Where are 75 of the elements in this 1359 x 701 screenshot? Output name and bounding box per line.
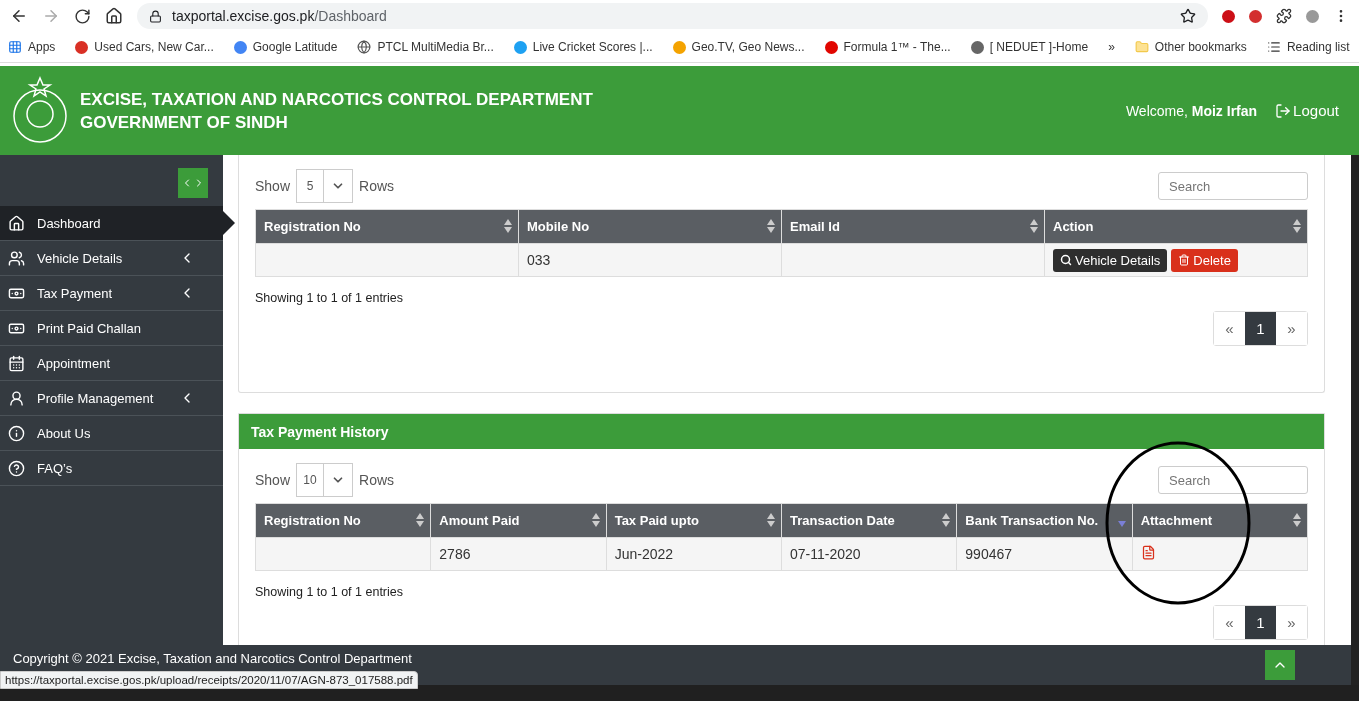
table-cell: 2786 (430, 537, 607, 571)
logout-icon (1275, 102, 1292, 119)
bookmark[interactable]: [ NEDUET ]-Home (970, 40, 1089, 54)
puzzle-icon[interactable] (1276, 8, 1292, 24)
info-icon (8, 424, 25, 442)
bookmarks-overflow[interactable]: » (1108, 40, 1115, 54)
sidebar-item[interactable]: Tax Payment (0, 276, 223, 311)
rows-label: Rows (359, 178, 395, 194)
reload-icon[interactable] (74, 7, 91, 25)
rows-label: Rows (359, 472, 395, 488)
sidebar-item[interactable]: Appointment (0, 346, 223, 381)
card-title: Tax Payment History (239, 414, 1324, 449)
column-header[interactable]: Bank Transaction No. (956, 503, 1133, 538)
question-icon (8, 459, 25, 477)
column-header[interactable]: Registration No (255, 209, 519, 244)
sidebar-item[interactable]: Print Paid Challan (0, 311, 223, 346)
apps-icon (8, 40, 22, 54)
user-icon (8, 389, 25, 407)
welcome-text: Welcome, Moiz Irfan (1125, 102, 1258, 119)
delete-button[interactable]: Delete (1171, 248, 1238, 272)
trash-icon (1178, 254, 1191, 266)
page-link[interactable]: 1 (1245, 312, 1276, 345)
sidebar-item[interactable]: About Us (0, 416, 223, 451)
government-title: GOVERNMENT OF SINDH (80, 111, 289, 134)
show-label: Show (255, 178, 291, 194)
bookmark[interactable]: Geo.TV, Geo News... (672, 40, 805, 54)
sidebar-item[interactable]: Profile Management (0, 381, 223, 416)
list-icon (1266, 40, 1281, 54)
ball-icon (513, 40, 527, 54)
table-cell: 033 (518, 243, 782, 277)
sidebar-item[interactable]: FAQ’s (0, 451, 223, 486)
column-header[interactable]: Mobile No (518, 209, 782, 244)
table-cell: 990467 (956, 537, 1133, 571)
bookmark[interactable]: Formula 1™ - The... (824, 40, 951, 54)
sidebar-toggle[interactable] (178, 168, 208, 198)
rows-select[interactable]: 10 (296, 463, 354, 497)
pdf-icon[interactable] (1140, 545, 1156, 560)
column-header[interactable]: Attachment (1132, 503, 1308, 538)
link-status-tooltip: https://taxportal.excise.gos.pk/upload/receipts/2020/11/07/AGN-873_017588.pdf (0, 671, 418, 689)
column-header[interactable]: Registration No (255, 503, 431, 538)
table-cell: 07-11-2020 (781, 537, 957, 571)
column-header[interactable]: Amount Paid (430, 503, 607, 538)
page-link[interactable]: 1 (1245, 606, 1276, 639)
bookmark[interactable]: Live Cricket Scores |... (513, 40, 653, 54)
folder-icon (1134, 40, 1149, 54)
entries-info: Showing 1 to 1 of 1 entries (255, 291, 404, 305)
globe-icon (357, 40, 372, 54)
column-header[interactable]: Email Id (781, 209, 1045, 244)
users-icon (8, 249, 25, 267)
calendar-icon (8, 354, 25, 372)
search-icon (1060, 254, 1072, 266)
bookmark[interactable]: Google Latitude (233, 40, 338, 54)
entries-info: Showing 1 to 1 of 1 entries (255, 585, 404, 599)
column-header[interactable]: Action (1044, 209, 1308, 244)
address-bar[interactable]: taxportal.excise.gos.pk/Dashboard (137, 3, 1208, 29)
home-icon[interactable] (105, 7, 123, 25)
show-label: Show (255, 472, 291, 488)
home-icon (8, 214, 25, 232)
table-cell: Jun-2022 (606, 537, 782, 571)
sidebar-item[interactable]: Vehicle Details (0, 241, 223, 276)
bookmark[interactable]: Apps (8, 40, 56, 54)
bookmark[interactable]: Other bookmarks (1134, 40, 1247, 54)
vehicle-details-button[interactable]: Vehicle Details (1053, 248, 1168, 272)
search-field[interactable]: Search (1158, 466, 1308, 494)
bookmark[interactable]: PTCL MultiMedia Br... (357, 40, 494, 54)
column-header[interactable]: Transaction Date (781, 503, 957, 538)
department-title: EXCISE, TAXATION AND NARCOTICS CONTROL DEPARTMENT (80, 88, 593, 111)
bookmark[interactable]: Used Cars, New Car... (75, 40, 214, 54)
rows-select[interactable]: 5 (296, 169, 354, 203)
search-field[interactable]: Search (1158, 172, 1308, 200)
avatar-icon[interactable] (1306, 9, 1319, 23)
column-header[interactable]: Tax Paid upto (606, 503, 782, 538)
reading-list[interactable]: Reading list (1266, 40, 1350, 54)
copyright-text: Copyright © 2021 Excise, Taxation and Narcotics Control Department (13, 650, 412, 666)
back-icon[interactable] (10, 7, 28, 25)
